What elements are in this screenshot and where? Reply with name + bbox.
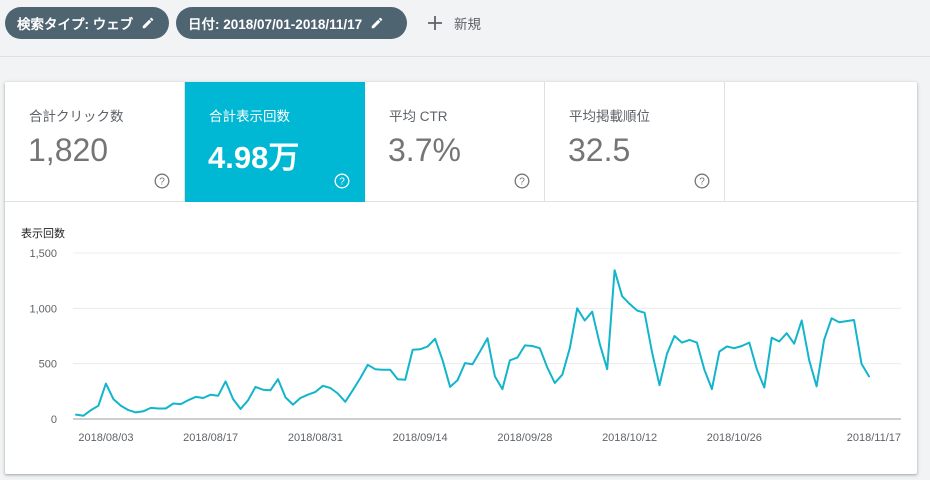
date-filter-label: 日付: 2018/07/01-2018/11/17 — [188, 17, 363, 32]
search-type-filter-chip[interactable]: 検索タイプ: ウェブ — [5, 7, 169, 39]
filter-bar: 検索タイプ: ウェブ 日付: 2018/07/01-2018/11/17 新規 — [0, 0, 930, 57]
y-tick-label: 0 — [51, 414, 57, 426]
performance-card: 合計クリック数 1,820 ? 合計表示回数 4.98万 ? 平均 CTR 3.… — [5, 82, 917, 474]
help-icon[interactable]: ? — [334, 173, 350, 189]
metric-label: 平均掲載順位 — [569, 109, 650, 124]
svg-text:?: ? — [519, 177, 525, 188]
metric-value: 1,820 — [28, 132, 109, 168]
metric-average-ctr[interactable]: 平均 CTR 3.7% ? — [365, 82, 545, 202]
metric-label: 合計表示回数 — [209, 109, 290, 124]
metric-row-filler — [724, 82, 917, 202]
x-tick-label: 2018/11/17 — [847, 432, 901, 444]
impressions-chart: 表示回数 0 500 1,000 1,500 2018/08/03 2018/08/17… — [21, 226, 901, 444]
x-tick-label: 2018/08/03 — [78, 432, 133, 444]
x-tick-label: 2018/09/14 — [393, 432, 448, 444]
metric-value: 3.7% — [388, 132, 461, 168]
add-filter-label: 新規 — [454, 17, 481, 32]
date-filter-chip[interactable]: 日付: 2018/07/01-2018/11/17 — [176, 7, 407, 39]
x-tick-label: 2018/10/12 — [602, 432, 657, 444]
metric-average-position[interactable]: 平均掲載順位 32.5 ? — [545, 82, 725, 202]
x-tick-label: 2018/09/28 — [497, 432, 552, 444]
help-icon[interactable]: ? — [154, 173, 170, 189]
plus-icon — [428, 16, 442, 30]
metric-value: 4.98万 — [208, 140, 300, 175]
pencil-icon[interactable] — [141, 16, 155, 30]
y-axis-label: 表示回数 — [21, 226, 65, 240]
y-tick-label: 1,500 — [29, 248, 57, 260]
x-tick-label: 2018/10/26 — [707, 432, 762, 444]
svg-text:?: ? — [699, 177, 705, 188]
help-icon[interactable]: ? — [694, 173, 710, 189]
x-tick-label: 2018/08/17 — [183, 432, 238, 444]
metric-label: 合計クリック数 — [29, 109, 124, 124]
metric-total-impressions[interactable]: 合計表示回数 4.98万 ? — [185, 82, 365, 202]
search-type-filter-label: 検索タイプ: ウェブ — [17, 17, 134, 32]
series-line-impressions — [75, 269, 870, 417]
metric-label: 平均 CTR — [389, 109, 448, 124]
y-tick-label: 500 — [39, 359, 57, 371]
x-tick-label: 2018/08/31 — [288, 432, 343, 444]
svg-text:?: ? — [159, 177, 165, 188]
svg-text:?: ? — [339, 177, 345, 188]
y-tick-label: 1,000 — [29, 303, 57, 315]
add-filter-button[interactable]: 新規 — [427, 11, 481, 35]
help-icon[interactable]: ? — [514, 173, 530, 189]
pencil-icon[interactable] — [370, 16, 384, 30]
metric-total-clicks[interactable]: 合計クリック数 1,820 ? — [5, 82, 185, 202]
metric-value: 32.5 — [568, 132, 631, 168]
